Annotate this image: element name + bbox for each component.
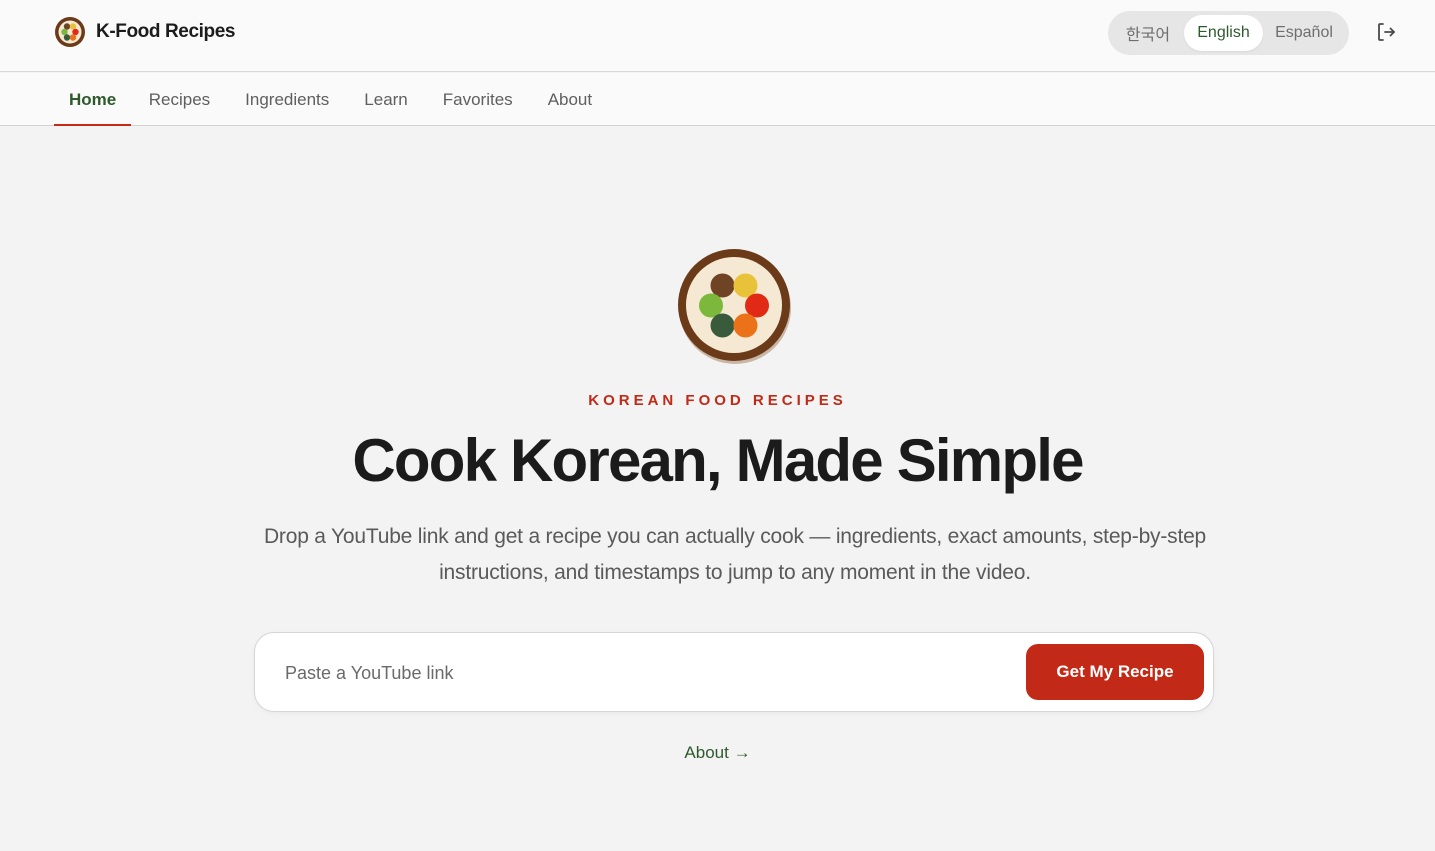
brand-logo-icon [55, 17, 85, 47]
language-option-korean[interactable]: 한국어 [1112, 15, 1184, 51]
hero-eyebrow: KOREAN FOOD RECIPES [588, 392, 847, 409]
language-switcher: 한국어 English Español [1108, 11, 1349, 55]
brand-name: K-Food Recipes [96, 21, 236, 42]
hero-headline: Cook Korean, Made Simple [352, 427, 1084, 494]
tab-favorites[interactable]: Favorites [425, 73, 530, 126]
youtube-link-input[interactable] [285, 653, 1015, 693]
youtube-link-form: Get My Recipe [254, 632, 1214, 712]
language-option-spanish[interactable]: Español [1263, 15, 1345, 51]
brand[interactable]: K-Food Recipes [54, 16, 235, 48]
top-bar: K-Food Recipes 한국어 English Español [0, 0, 1435, 72]
about-link[interactable]: About → [0, 743, 1435, 763]
language-option-english[interactable]: English [1184, 15, 1263, 51]
logout-icon[interactable] [1374, 20, 1398, 44]
nav-tabs: Home Recipes Ingredients Learn Favorites… [54, 73, 610, 126]
tab-ingredients[interactable]: Ingredients [228, 73, 347, 126]
hero-subtitle: Drop a YouTube link and get a recipe you… [263, 525, 1207, 584]
tab-learn[interactable]: Learn [347, 73, 425, 126]
tab-about[interactable]: About [530, 73, 609, 126]
get-recipe-button[interactable]: Get My Recipe [1026, 644, 1204, 700]
tab-recipes[interactable]: Recipes [131, 73, 227, 126]
main-nav: Home Recipes Ingredients Learn Favorites… [0, 73, 1435, 126]
tab-home[interactable]: Home [54, 73, 132, 126]
hero-logo-icon [678, 249, 791, 364]
